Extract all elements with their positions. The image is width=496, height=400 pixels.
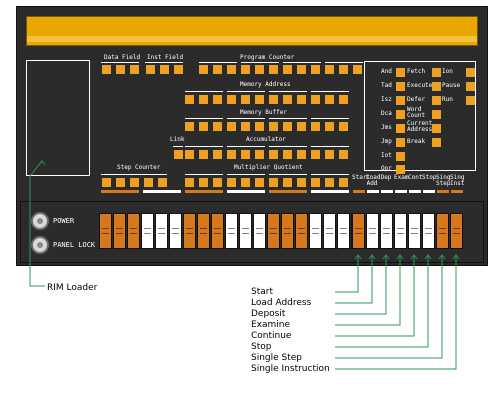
line-rim-loader (29, 160, 45, 287)
line-key-7 (335, 255, 457, 370)
annotation-start: Start (251, 287, 273, 297)
annotation-single-instruction: Single Instruction (251, 364, 330, 374)
line-key-1 (335, 255, 373, 304)
rim-loader-annotation: RIM Loader (47, 283, 98, 293)
annotation-stop: Stop (251, 342, 272, 352)
line-key-0 (335, 255, 359, 293)
arrow-rim-loader (38, 160, 46, 166)
line-key-2 (335, 255, 387, 315)
annotation-load-address: Load Address (251, 298, 312, 308)
annotation-continue: Continue (251, 331, 292, 341)
line-key-4 (335, 255, 415, 337)
annotation-lines (29, 160, 460, 370)
annotation-single-step: Single Step (251, 353, 303, 363)
annotation-deposit: Deposit (251, 309, 286, 319)
annotation-examine: Examine (251, 320, 291, 330)
line-key-6 (335, 255, 443, 359)
